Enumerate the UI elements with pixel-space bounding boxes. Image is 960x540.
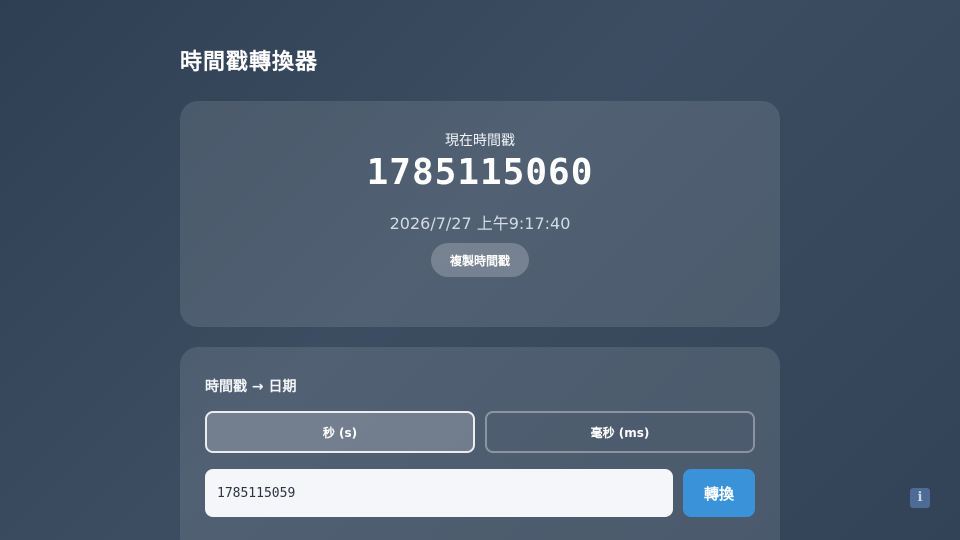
- page-title: 時間戳轉換器: [180, 50, 319, 75]
- info-icon[interactable]: i: [910, 488, 930, 508]
- current-timestamp-label: 現在時間戳: [445, 133, 515, 149]
- unit-milliseconds-button[interactable]: 毫秒 (ms): [485, 411, 755, 453]
- current-timestamp-value: 1785115060: [366, 152, 594, 193]
- convert-button[interactable]: 轉換: [683, 469, 755, 517]
- copy-timestamp-button[interactable]: 複製時間戳: [431, 243, 529, 277]
- unit-seconds-button[interactable]: 秒 (s): [205, 411, 475, 453]
- section-title: 時間戳 → 日期: [205, 379, 297, 395]
- timestamp-input[interactable]: [205, 469, 673, 517]
- current-datetime: 2026/7/27 上午9:17:40: [389, 214, 571, 233]
